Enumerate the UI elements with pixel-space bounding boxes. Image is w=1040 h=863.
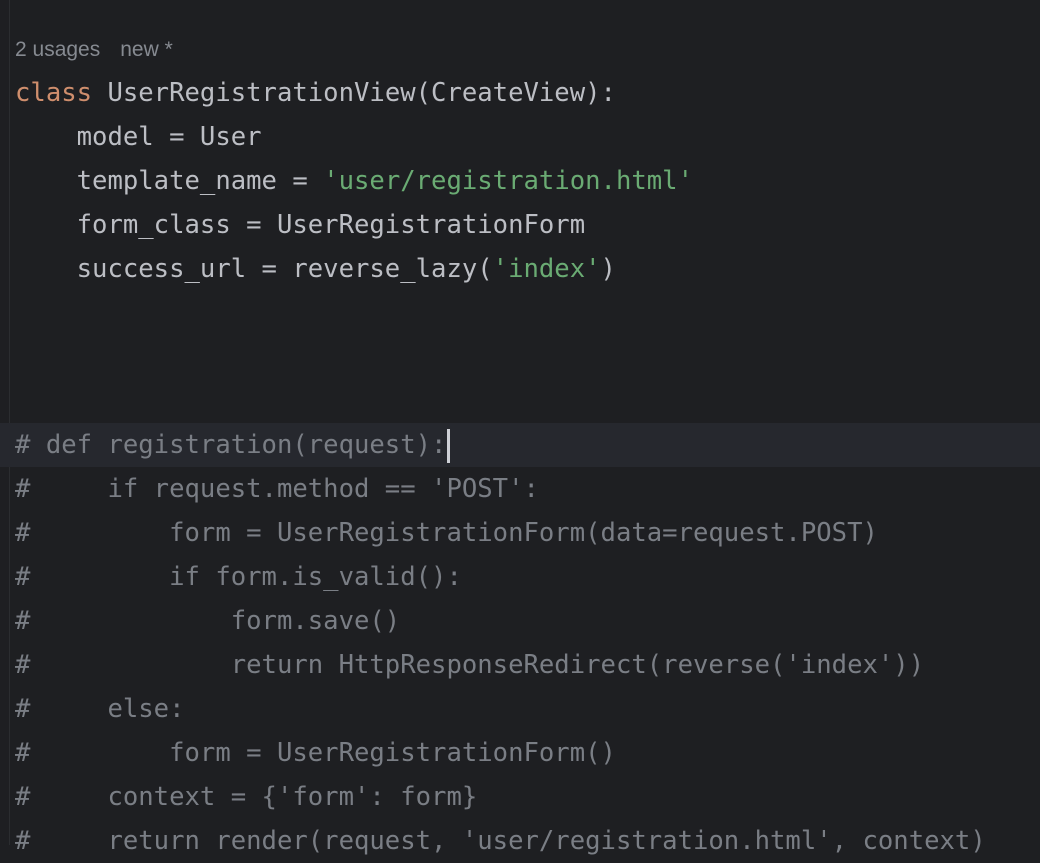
comment-token: # form = UserRegistrationForm(data=reque…: [15, 518, 878, 548]
code-line[interactable]: # else:: [15, 687, 1040, 731]
code-token: template_name =: [15, 166, 324, 196]
string-token: 'index': [492, 254, 601, 284]
string-token: 'user/registration.html': [323, 166, 693, 196]
code-token: ): [600, 254, 616, 284]
comment-token: # return HttpResponseRedirect(reverse('i…: [15, 650, 925, 680]
keyword-token: class: [15, 78, 93, 108]
usages-count[interactable]: 2 usages: [15, 38, 100, 61]
code-line[interactable]: # if request.method == 'POST':: [15, 467, 1040, 511]
comment-token: # form = UserRegistrationForm(): [15, 738, 616, 768]
code-token: model = User: [15, 122, 262, 152]
code-token: success_url = reverse_lazy(: [15, 254, 493, 284]
code-line[interactable]: success_url = reverse_lazy('index'): [15, 247, 1040, 291]
code-line[interactable]: # form = UserRegistrationForm(data=reque…: [15, 511, 1040, 555]
code-line[interactable]: # form = UserRegistrationForm(): [15, 731, 1040, 775]
author-hint[interactable]: new *: [120, 38, 173, 61]
code-token: UserRegistrationView(CreateView):: [92, 78, 616, 108]
code-line[interactable]: [15, 379, 1040, 423]
comment-token: # form.save(): [15, 606, 401, 636]
current-code-line[interactable]: # def registration(request):: [0, 423, 1040, 467]
code-line[interactable]: class UserRegistrationView(CreateView):: [15, 71, 1040, 115]
code-line[interactable]: # context = {'form': form}: [15, 775, 1040, 819]
code-line[interactable]: template_name = 'user/registration.html': [15, 159, 1040, 203]
code-line[interactable]: # return render(request, 'user/registrat…: [15, 819, 1040, 863]
code-line[interactable]: model = User: [15, 115, 1040, 159]
text-caret: [447, 429, 451, 463]
code-vision-hint[interactable]: 2 usages new *: [15, 34, 193, 66]
code-editor[interactable]: class UserRegistrationView(CreateView): …: [0, 71, 1040, 863]
comment-token: # context = {'form': form}: [15, 782, 478, 812]
code-token: form_class = UserRegistrationForm: [15, 210, 586, 240]
code-line[interactable]: # form.save(): [15, 599, 1040, 643]
code-line[interactable]: [15, 291, 1040, 335]
code-line[interactable]: [15, 335, 1040, 379]
comment-token: # if request.method == 'POST':: [15, 474, 539, 504]
comment-token: # else:: [15, 694, 185, 724]
code-line[interactable]: # if form.is_valid():: [15, 555, 1040, 599]
code-line[interactable]: form_class = UserRegistrationForm: [15, 203, 1040, 247]
code-line[interactable]: # return HttpResponseRedirect(reverse('i…: [15, 643, 1040, 687]
comment-token: # if form.is_valid():: [15, 562, 462, 592]
comment-token: # def registration(request):: [15, 430, 447, 460]
comment-token: # return render(request, 'user/registrat…: [15, 826, 986, 856]
